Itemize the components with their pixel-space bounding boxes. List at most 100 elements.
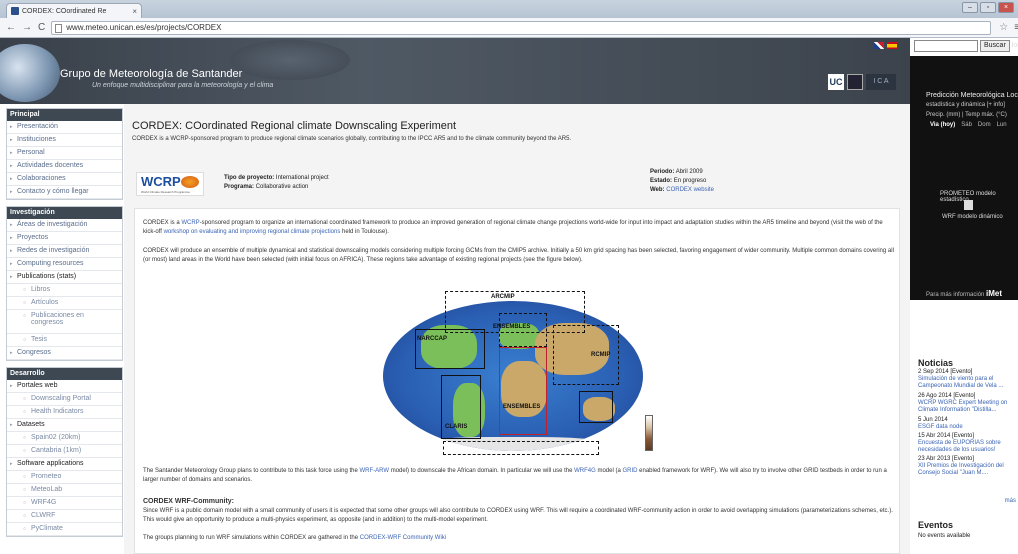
project-type-info: Tipo de proyecto: International project …	[224, 174, 329, 192]
tab-close-icon[interactable]: ×	[132, 7, 137, 16]
download-icon[interactable]	[964, 200, 973, 210]
label-ensembles-af: ENSEMBLES	[503, 404, 541, 410]
maximize-button[interactable]: ▫	[980, 2, 996, 13]
sidebar-item-wrf4g[interactable]: WRF4G	[7, 497, 122, 510]
sidebar-item-cantabria[interactable]: Cantabria (1km)	[7, 445, 122, 458]
paragraph-1: CORDEX is a WCRP-sponsored program to or…	[143, 220, 883, 235]
browser-tab[interactable]: CORDEX: COordinated Re ×	[6, 3, 142, 18]
sidebar-item-presentacion[interactable]: Presentación	[7, 121, 122, 134]
sidebar-item-tesis[interactable]: Tesis	[7, 334, 122, 347]
search-input[interactable]	[914, 40, 978, 52]
day-today[interactable]: Via (hoy)	[930, 122, 955, 128]
events-empty: No events available	[918, 533, 971, 539]
english-flag-icon[interactable]	[874, 42, 884, 49]
wcrp-logo-text: WCRP	[141, 174, 181, 189]
news-more-link[interactable]: más	[1005, 498, 1016, 504]
spanish-flag-icon[interactable]	[887, 42, 897, 49]
sidebar-item-instituciones[interactable]: Instituciones	[7, 134, 122, 147]
site-title[interactable]: Grupo de Meteorología de Santander	[60, 68, 242, 80]
sidebar-item-portales[interactable]: Portales web	[7, 380, 122, 393]
sidebar-item-redes[interactable]: Redes de investigación	[7, 245, 122, 258]
forward-button[interactable]: →	[22, 22, 32, 33]
cordex-website-link[interactable]: CORDEX website	[666, 187, 714, 193]
wrf-community-wiki-link[interactable]: CORDEX-WRF Community Wiki	[360, 535, 446, 541]
sidebar-item-datasets[interactable]: Datasets	[7, 419, 122, 432]
menu-principal-title: Principal	[7, 109, 122, 121]
sidebar-item-colaboraciones[interactable]: Colaboraciones	[7, 173, 122, 186]
sidebar-item-congresos[interactable]: Congresos	[7, 347, 122, 360]
wrf4g-link[interactable]: WRF4G	[574, 468, 596, 474]
project-status-info: Periodo: Abril 2009 Estado: En progreso …	[650, 168, 714, 195]
wcrp-link[interactable]: WCRP	[181, 220, 199, 226]
login-link[interactable]: log	[1012, 40, 1018, 54]
sidebar-item-downscaling-portal[interactable]: Downscaling Portal	[7, 393, 122, 406]
tipo-value: International project	[275, 175, 329, 181]
left-sidebar: Principal Presentación Instituciones Per…	[6, 108, 123, 554]
news-item: 5 Jun 2014 ESGF data node	[918, 417, 1018, 431]
weather-panel: Predicción Meteorológica Loc estadística…	[910, 56, 1018, 300]
browser-menu-icon[interactable]: ≡	[1014, 22, 1018, 33]
sidebar-item-docencia[interactable]: Actividades docentes	[7, 160, 122, 173]
back-button[interactable]: ←	[6, 22, 16, 33]
csic-logo[interactable]	[847, 74, 863, 90]
sidebar-item-contacto[interactable]: Contacto y cómo llegar	[7, 186, 122, 199]
sidebar-item-personal[interactable]: Personal	[7, 147, 122, 160]
site-search: Buscar log	[914, 40, 1018, 54]
language-flags	[874, 42, 897, 49]
grid-link[interactable]: GRID	[622, 468, 637, 474]
news-link[interactable]: ESGF data node	[918, 424, 1018, 431]
tipo-label: Tipo de proyecto:	[224, 175, 275, 181]
menu-investigacion: Investigación Áreas de investigación Pro…	[6, 206, 123, 361]
sidebar-item-articulos[interactable]: Artículos	[7, 297, 122, 310]
news-link[interactable]: Encuesta de EUPORIAS sobre necesidades d…	[918, 440, 1018, 454]
weather-days: Via (hoy) Sáb Dom Lun	[930, 122, 1007, 128]
search-button[interactable]: Buscar	[980, 40, 1010, 52]
periodo-label: Periodo:	[650, 169, 675, 175]
antarctica-domain	[443, 441, 599, 455]
sidebar-item-libros[interactable]: Libros	[7, 284, 122, 297]
wcrp-logo[interactable]: WCRP World Climate Research Programme	[136, 172, 204, 196]
weather-variables[interactable]: Precip. (mm) | Temp máx. (°C)	[926, 112, 1007, 118]
sidebar-item-software[interactable]: Software applications	[7, 458, 122, 471]
paragraph-2: CORDEX will produce an ensemble of multi…	[143, 248, 894, 263]
imet-logo: iMet	[986, 289, 1003, 298]
menu-desarrollo: Desarrollo Portales web Downscaling Port…	[6, 367, 123, 537]
more-info[interactable]: Para más información iMet	[926, 289, 1002, 298]
sidebar-item-meteolab[interactable]: MeteoLab	[7, 484, 122, 497]
weather-subtitle[interactable]: estadística y dinámica [+ info]	[926, 102, 1005, 108]
wrf-label[interactable]: WRF modelo dinámico	[942, 214, 1003, 220]
workshop-link[interactable]: workshop on evaluating and improving reg…	[164, 229, 341, 235]
institution-logos: UC I C A	[828, 74, 896, 90]
sidebar-item-publications[interactable]: Publications (stats)	[7, 271, 122, 284]
sidebar-item-clwrf[interactable]: CLWRF	[7, 510, 122, 523]
uc-logo[interactable]: UC	[828, 74, 844, 90]
close-window-button[interactable]: ×	[998, 2, 1014, 13]
sidebar-item-prometeo[interactable]: Prometeo	[7, 471, 122, 484]
url-input[interactable]: www.meteo.unican.es/es/projects/CORDEX	[51, 20, 992, 35]
sidebar-item-publicaciones-congresos[interactable]: Publicaciones en congresos	[7, 310, 122, 334]
minimize-button[interactable]: –	[962, 2, 978, 13]
wrf-arw-link[interactable]: WRF-ARW	[359, 468, 389, 474]
main-content: CORDEX: COordinated Regional climate Dow…	[124, 104, 910, 554]
sidebar-item-health-indicators[interactable]: Health Indicators	[7, 406, 122, 419]
news-title: Noticias	[918, 358, 954, 368]
news-link[interactable]: XII Premios de Investigación del Consejo…	[918, 463, 1018, 477]
page-icon	[55, 23, 63, 33]
reload-button[interactable]: C	[38, 22, 45, 33]
sidebar-item-pyclimate[interactable]: PyClimate	[7, 523, 122, 536]
news-link[interactable]: Simulación de viento para el Campeonato …	[918, 376, 1018, 390]
sidebar-item-computing[interactable]: Computing resources	[7, 258, 122, 271]
sidebar-item-proyectos[interactable]: Proyectos	[7, 232, 122, 245]
menu-desarrollo-title: Desarrollo	[7, 368, 122, 380]
site-header: Grupo de Meteorología de Santander Un en…	[0, 38, 910, 104]
day-sat[interactable]: Sáb	[961, 122, 972, 128]
day-sun[interactable]: Dom	[978, 122, 991, 128]
day-mon[interactable]: Lun	[997, 122, 1007, 128]
prometeo-label[interactable]: PROMETEO modelo estadístico	[940, 191, 1018, 203]
project-intro: CORDEX is a WCRP-sponsored program to pr…	[132, 136, 572, 142]
sidebar-item-spain02[interactable]: Spain02 (20km)	[7, 432, 122, 445]
news-link[interactable]: WCRP WGRC Expert Meeting on Climate Info…	[918, 400, 1018, 414]
sidebar-item-areas[interactable]: Áreas de investigación	[7, 219, 122, 232]
bookmark-star-icon[interactable]: ☆	[999, 22, 1008, 33]
ifca-logo[interactable]: I C A	[866, 74, 896, 90]
